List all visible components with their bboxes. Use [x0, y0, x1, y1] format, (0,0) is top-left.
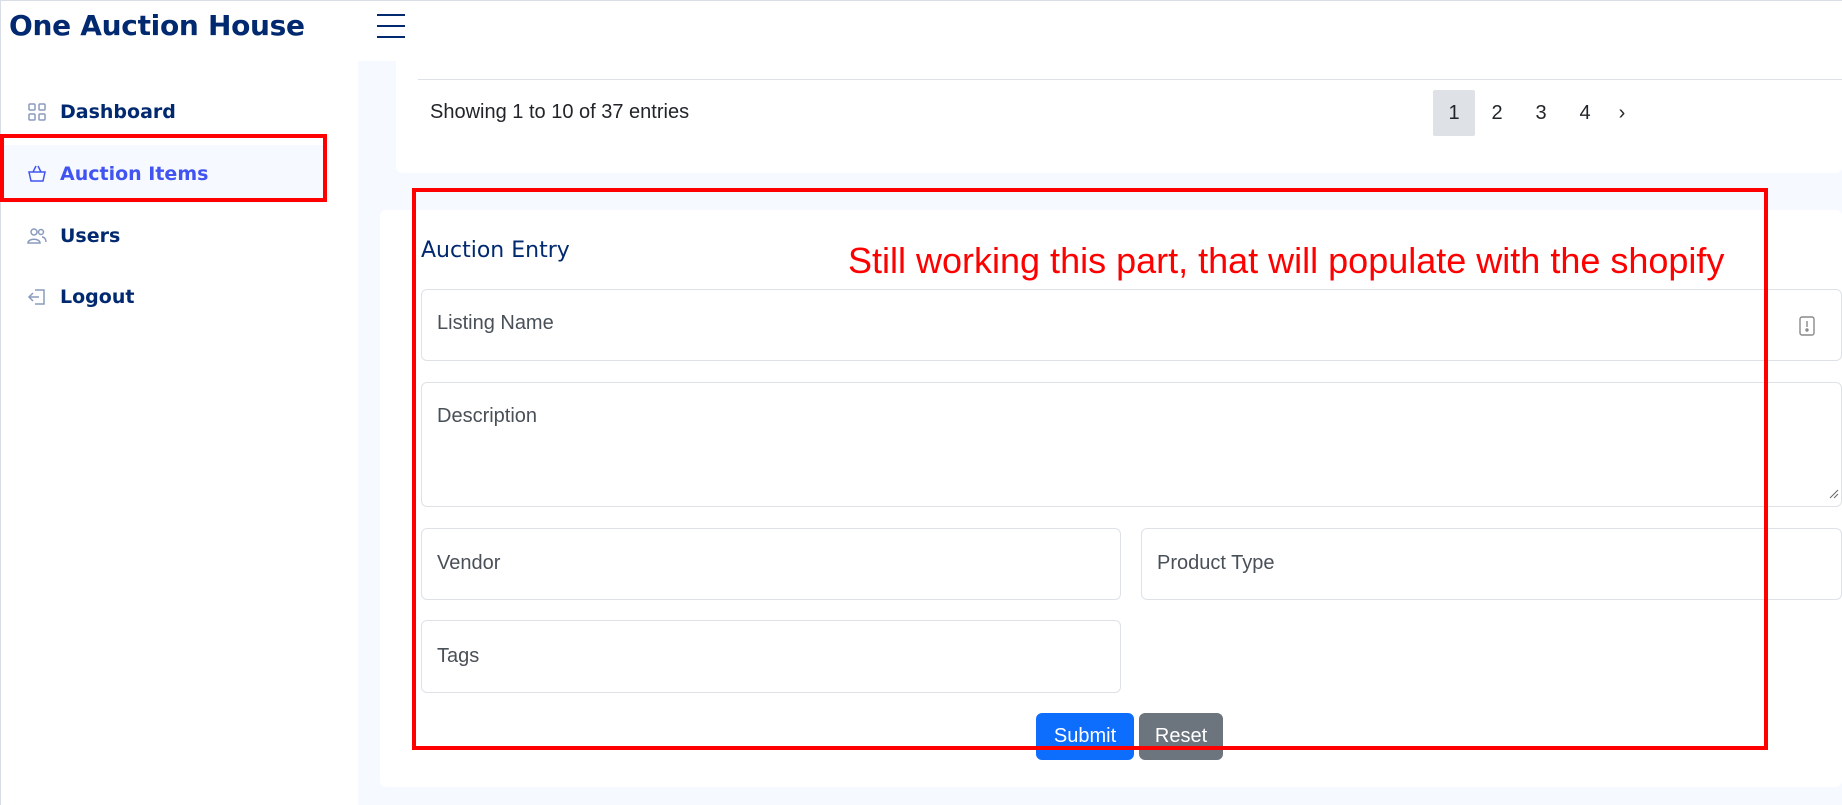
sidebar-item-label: Users [60, 225, 121, 247]
entries-info: Showing 1 to 10 of 37 entries [430, 101, 690, 123]
tags-field[interactable]: Tags [421, 620, 1121, 693]
annotation-note: Still working this part, that will popul… [848, 240, 1725, 281]
page-button-2[interactable]: 2 [1477, 90, 1517, 136]
people-icon [26, 225, 48, 247]
divider [418, 79, 1842, 80]
next-page-button[interactable]: › [1607, 90, 1637, 136]
contact-card-icon [1799, 316, 1815, 341]
table-footer-card: Showing 1 to 10 of 37 entries 1 2 3 4 › [396, 61, 1842, 173]
grid-icon [26, 101, 48, 123]
app-logo[interactable]: One Auction House [9, 9, 305, 42]
main-content: Showing 1 to 10 of 37 entries 1 2 3 4 › … [358, 61, 1842, 805]
sidebar-item-dashboard[interactable]: Dashboard [1, 83, 327, 141]
listing-name-field[interactable]: Listing Name [421, 289, 1842, 361]
sidebar-item-label: Dashboard [60, 101, 176, 123]
basket-icon [26, 163, 48, 185]
card-title: Auction Entry [421, 238, 570, 263]
listing-name-placeholder: Listing Name [437, 312, 554, 334]
sidebar-item-logout[interactable]: Logout [1, 268, 327, 326]
description-field[interactable]: Description [421, 382, 1842, 507]
reset-button[interactable]: Reset [1139, 713, 1223, 760]
vendor-placeholder: Vendor [437, 552, 501, 574]
vendor-field[interactable]: Vendor [421, 528, 1121, 600]
page-button-1[interactable]: 1 [1433, 90, 1475, 136]
description-placeholder: Description [437, 405, 538, 427]
product-type-field[interactable]: Product Type [1141, 528, 1842, 600]
menu-toggle-icon[interactable] [377, 14, 405, 40]
product-type-placeholder: Product Type [1157, 552, 1275, 574]
top-header: One Auction House [0, 0, 1842, 61]
sidebar-item-label: Auction Items [60, 163, 209, 185]
page-button-4[interactable]: 4 [1565, 90, 1605, 136]
sidebar: Dashboard Auction Items Users Logout [0, 61, 358, 805]
auction-entry-card: Auction Entry Listing Name Description V… [380, 210, 1842, 787]
sidebar-item-label: Logout [60, 286, 135, 308]
sidebar-item-auction-items[interactable]: Auction Items [1, 145, 327, 203]
sidebar-item-users[interactable]: Users [1, 207, 327, 265]
logout-icon [26, 286, 48, 308]
resize-handle-icon[interactable] [1829, 486, 1839, 504]
tags-placeholder: Tags [437, 645, 480, 667]
submit-button[interactable]: Submit [1036, 713, 1134, 760]
page-button-3[interactable]: 3 [1521, 90, 1561, 136]
